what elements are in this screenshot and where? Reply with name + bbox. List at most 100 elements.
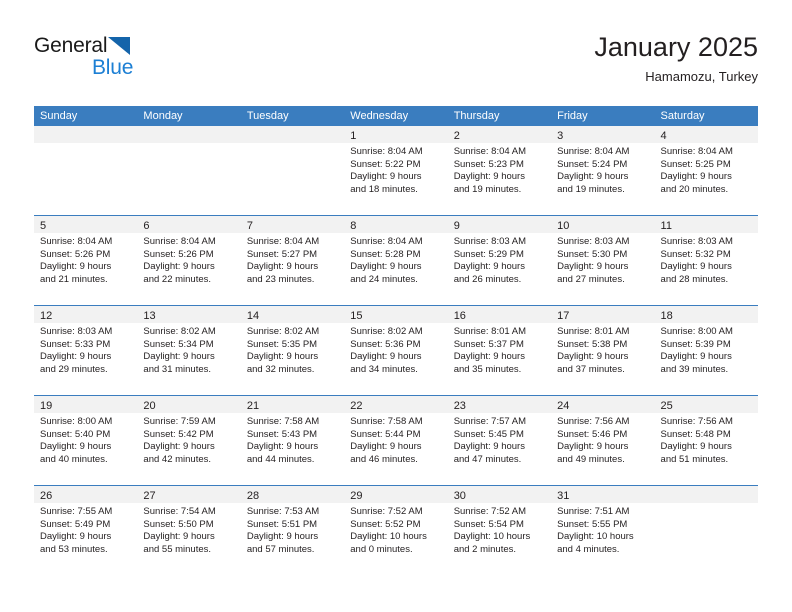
day-details: Sunrise: 8:02 AM Sunset: 5:34 PM Daylight:… xyxy=(137,323,240,376)
weekday-header-monday: Monday xyxy=(143,110,183,122)
day-number-band: 18 xyxy=(654,306,758,323)
calendar-day-cell[interactable]: 19 Sunrise: 8:00 AM Sunset: 5:40 PM Dayligh… xyxy=(34,396,138,485)
calendar-page: General Blue January 2025 Hamamozu, Turk… xyxy=(0,0,792,612)
weekday-header-thursday: Thursday xyxy=(453,110,500,122)
daylight-text-line1: Daylight: 9 hours xyxy=(246,531,319,543)
day-number-band: 1 xyxy=(344,126,448,143)
calendar-day-cell[interactable]: 18 Sunrise: 8:00 AM Sunset: 5:39 PM Dayligh… xyxy=(654,306,758,395)
day-number: 5 xyxy=(40,220,47,232)
calendar-day-cell[interactable]: 1 Sunrise: 8:04 AM Sunset: 5:22 PM Daylight… xyxy=(344,126,448,215)
calendar-day-cell-empty xyxy=(654,486,758,575)
calendar-day-cell[interactable]: 13 Sunrise: 8:02 AM Sunset: 5:34 PM Dayligh… xyxy=(137,306,241,395)
calendar-day-cell[interactable]: 9 Sunrise: 8:03 AM Sunset: 5:29 PM Daylight… xyxy=(447,216,552,305)
day-number: 22 xyxy=(350,400,363,412)
sunrise-text: Sunrise: 8:00 AM xyxy=(660,326,733,337)
day-details: Sunrise: 8:00 AM Sunset: 5:39 PM Daylight:… xyxy=(655,323,758,376)
sunrise-text: Sunrise: 8:03 AM xyxy=(557,236,630,247)
day-details: Sunrise: 8:04 AM Sunset: 5:27 PM Daylight:… xyxy=(241,233,344,286)
day-details: Sunrise: 8:02 AM Sunset: 5:35 PM Daylight:… xyxy=(241,323,344,376)
day-details: Sunrise: 7:54 AM Sunset: 5:50 PM Daylight:… xyxy=(137,503,240,556)
sunrise-text: Sunrise: 7:56 AM xyxy=(557,416,630,427)
general-blue-logo[interactable]: General Blue xyxy=(34,34,244,90)
sunrise-text: Sunrise: 8:01 AM xyxy=(557,326,630,337)
sunset-text: Sunset: 5:39 PM xyxy=(660,338,731,350)
sunset-text: Sunset: 5:28 PM xyxy=(350,248,421,260)
daylight-text-line2: and 19 minutes. xyxy=(557,183,625,195)
calendar-day-cell[interactable]: 12 Sunrise: 8:03 AM Sunset: 5:33 PM Dayligh… xyxy=(34,306,138,395)
calendar-day-cell[interactable]: 5 Sunrise: 8:04 AM Sunset: 5:26 PM Daylight… xyxy=(34,216,138,305)
day-details: Sunrise: 8:03 AM Sunset: 5:32 PM Daylight:… xyxy=(655,233,758,286)
sunset-text: Sunset: 5:36 PM xyxy=(350,338,421,350)
calendar-day-cell[interactable]: 24 Sunrise: 7:56 AM Sunset: 5:46 PM Dayligh… xyxy=(551,396,655,485)
daylight-text-line2: and 28 minutes. xyxy=(660,273,729,285)
calendar-day-cell[interactable]: 23 Sunrise: 7:57 AM Sunset: 5:45 PM Dayligh… xyxy=(447,396,552,485)
day-details: Sunrise: 7:52 AM Sunset: 5:54 PM Daylight:… xyxy=(448,503,551,556)
sunrise-text: Sunrise: 7:54 AM xyxy=(143,506,216,517)
day-details: Sunrise: 7:55 AM Sunset: 5:49 PM Daylight:… xyxy=(34,503,137,556)
calendar-day-cell[interactable]: 21 Sunrise: 7:58 AM Sunset: 5:43 PM Dayligh… xyxy=(240,396,345,485)
daylight-text-line2: and 34 minutes. xyxy=(350,363,418,375)
day-number: 20 xyxy=(143,400,156,412)
day-number-band: 9 xyxy=(447,216,552,233)
calendar-day-cell[interactable]: 7 Sunrise: 8:04 AM Sunset: 5:27 PM Daylight… xyxy=(240,216,345,305)
calendar-day-cell[interactable]: 31 Sunrise: 7:51 AM Sunset: 5:55 PM Dayligh… xyxy=(551,486,655,575)
calendar-day-cell[interactable]: 25 Sunrise: 7:56 AM Sunset: 5:48 PM Dayligh… xyxy=(654,396,758,485)
calendar-week-row: 19 Sunrise: 8:00 AM Sunset: 5:40 PM Dayligh… xyxy=(34,395,758,485)
sunset-text: Sunset: 5:29 PM xyxy=(453,248,524,260)
day-number-band: 25 xyxy=(654,396,758,413)
day-details: Sunrise: 7:59 AM Sunset: 5:42 PM Daylight:… xyxy=(137,413,240,466)
daylight-text-line1: Daylight: 9 hours xyxy=(453,441,525,453)
calendar-day-cell[interactable]: 11 Sunrise: 8:03 AM Sunset: 5:32 PM Dayligh… xyxy=(654,216,758,305)
day-number: 17 xyxy=(557,310,570,322)
daylight-text-line1: Daylight: 9 hours xyxy=(557,441,629,453)
calendar-day-cell[interactable]: 20 Sunrise: 7:59 AM Sunset: 5:42 PM Dayligh… xyxy=(137,396,241,485)
sunrise-text: Sunrise: 7:59 AM xyxy=(143,416,216,427)
calendar-day-cell[interactable]: 10 Sunrise: 8:03 AM Sunset: 5:30 PM Dayligh… xyxy=(551,216,655,305)
calendar-day-cell[interactable]: 2 Sunrise: 8:04 AM Sunset: 5:23 PM Daylight… xyxy=(447,126,552,215)
calendar-day-cell[interactable]: 15 Sunrise: 8:02 AM Sunset: 5:36 PM Dayligh… xyxy=(344,306,448,395)
day-details: Sunrise: 7:53 AM Sunset: 5:51 PM Daylight:… xyxy=(241,503,344,556)
day-number-band: 30 xyxy=(447,486,552,503)
calendar-day-cell[interactable]: 17 Sunrise: 8:01 AM Sunset: 5:38 PM Dayligh… xyxy=(551,306,655,395)
sunset-text: Sunset: 5:54 PM xyxy=(453,518,524,530)
sunrise-text: Sunrise: 7:51 AM xyxy=(557,506,630,517)
calendar-day-cell[interactable]: 16 Sunrise: 8:01 AM Sunset: 5:37 PM Dayligh… xyxy=(447,306,552,395)
daylight-text-line2: and 35 minutes. xyxy=(453,363,522,375)
logo-triangle-icon xyxy=(108,37,130,55)
day-details: Sunrise: 8:04 AM Sunset: 5:23 PM Daylight:… xyxy=(448,143,551,196)
day-number: 21 xyxy=(246,400,260,412)
calendar-day-cell[interactable]: 8 Sunrise: 8:04 AM Sunset: 5:28 PM Daylight… xyxy=(344,216,448,305)
day-number-band: 3 xyxy=(551,126,655,143)
weekday-header-saturday: Saturday xyxy=(660,110,705,122)
daylight-text-line2: and 32 minutes. xyxy=(246,363,315,375)
logo-text-blue: Blue xyxy=(92,56,134,79)
calendar-day-cell[interactable]: 3 Sunrise: 8:04 AM Sunset: 5:24 PM Daylight… xyxy=(551,126,655,215)
day-number: 6 xyxy=(143,220,150,232)
day-details: Sunrise: 8:04 AM Sunset: 5:28 PM Daylight:… xyxy=(344,233,447,286)
daylight-text-line1: Daylight: 9 hours xyxy=(350,261,422,273)
calendar-day-cell[interactable]: 6 Sunrise: 8:04 AM Sunset: 5:26 PM Daylight… xyxy=(137,216,241,305)
daylight-text-line1: Daylight: 10 hours xyxy=(453,531,531,543)
calendar-day-cell[interactable]: 14 Sunrise: 8:02 AM Sunset: 5:35 PM Dayligh… xyxy=(240,306,345,395)
day-details: Sunrise: 8:03 AM Sunset: 5:29 PM Daylight:… xyxy=(448,233,551,286)
sunrise-text: Sunrise: 8:04 AM xyxy=(350,146,423,157)
weekday-header-tuesday: Tuesday xyxy=(246,110,289,122)
calendar-week-row: 1 Sunrise: 8:04 AM Sunset: 5:22 PM Daylight… xyxy=(34,126,758,215)
day-number-band: 17 xyxy=(551,306,655,323)
sunrise-text: Sunrise: 7:58 AM xyxy=(246,416,320,427)
calendar-day-cell[interactable]: 28 Sunrise: 7:53 AM Sunset: 5:51 PM Dayligh… xyxy=(240,486,345,575)
day-details: Sunrise: 8:04 AM Sunset: 5:22 PM Daylight:… xyxy=(344,143,447,196)
day-details: Sunrise: 8:04 AM Sunset: 5:24 PM Daylight:… xyxy=(551,143,654,196)
calendar-day-cell[interactable]: 22 Sunrise: 7:58 AM Sunset: 5:44 PM Dayligh… xyxy=(344,396,448,485)
calendar-day-cell[interactable]: 29 Sunrise: 7:52 AM Sunset: 5:52 PM Dayligh… xyxy=(344,486,448,575)
calendar-day-cell[interactable]: 27 Sunrise: 7:54 AM Sunset: 5:50 PM Dayligh… xyxy=(137,486,241,575)
calendar-day-cell[interactable]: 4 Sunrise: 8:04 AM Sunset: 5:25 PM Daylight… xyxy=(654,126,758,215)
day-number: 15 xyxy=(350,310,363,322)
day-number: 7 xyxy=(246,220,253,232)
daylight-text-line2: and 57 minutes. xyxy=(246,543,315,555)
sunset-text: Sunset: 5:43 PM xyxy=(246,428,318,440)
calendar-day-cell[interactable]: 30 Sunrise: 7:52 AM Sunset: 5:54 PM Dayligh… xyxy=(447,486,552,575)
calendar-day-cell[interactable]: 26 Sunrise: 7:55 AM Sunset: 5:49 PM Dayligh… xyxy=(34,486,138,575)
day-number-band: 14 xyxy=(240,306,345,323)
sunset-text: Sunset: 5:24 PM xyxy=(557,158,628,170)
